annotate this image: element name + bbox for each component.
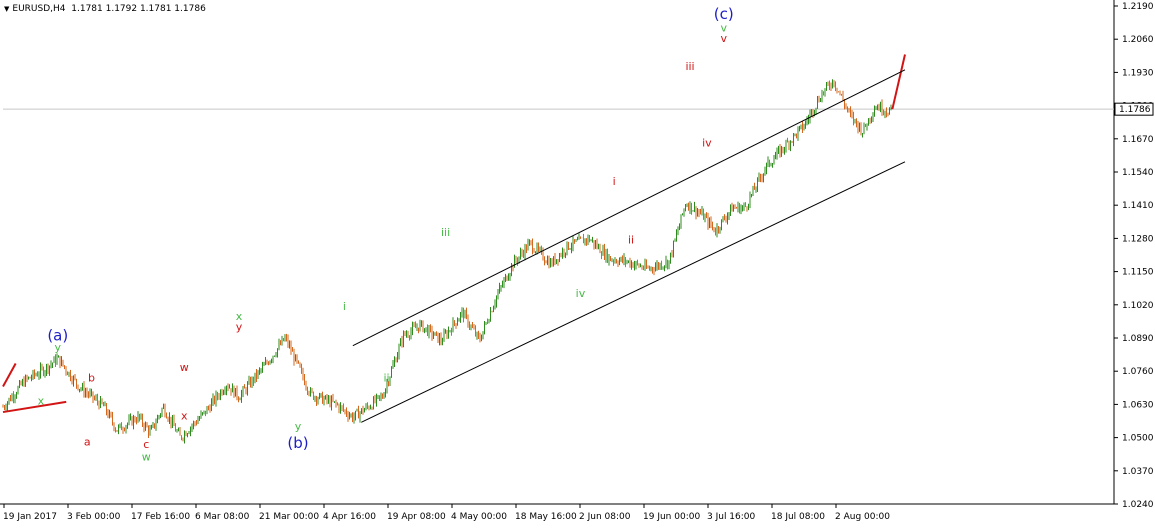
channel-line-upper[interactable] (352, 69, 906, 347)
wave-label: x (38, 394, 45, 407)
price-tick-label: 1.2190 (1122, 2, 1154, 12)
time-tick-label: 2 Aug 00:00 (835, 512, 890, 522)
wave-label: i (613, 175, 616, 188)
price-tick-label: 1.0630 (1122, 400, 1154, 410)
wave-label: w (180, 361, 189, 374)
triangle-down-icon[interactable]: ▼ (4, 5, 9, 13)
time-tick-label: 17 Feb 16:00 (131, 512, 190, 522)
chart-header: ▼ EURUSD,H4 1.1781 1.1792 1.1781 1.1786 (4, 4, 206, 14)
symbol-timeframe: EURUSD,H4 (12, 4, 66, 14)
wave-label: ii (628, 234, 634, 247)
price-tick-label: 1.0760 (1122, 367, 1154, 377)
wave-label: w (142, 451, 151, 464)
price-tick-label: 1.1150 (1122, 268, 1154, 278)
time-tick-label: 4 May 00:00 (451, 512, 507, 522)
wave-label: ii (383, 371, 389, 384)
time-tick-label: 19 Jun 00:00 (643, 512, 700, 522)
wave-label: iv (702, 136, 712, 149)
wave-label: c (143, 438, 149, 451)
triangle-line[interactable] (2, 400, 67, 414)
time-tick-label: 3 Jul 16:00 (707, 512, 756, 522)
wave-label: (c) (714, 5, 734, 23)
price-tick-label: 1.0370 (1122, 467, 1154, 477)
price-tick-label: 1.0500 (1122, 434, 1154, 444)
time-tick-label: 19 Jan 2017 (3, 512, 57, 522)
wave-label: i (343, 300, 346, 313)
time-tick-label: 21 Mar 00:00 (259, 512, 319, 522)
wave-label: x (181, 410, 188, 423)
chart-canvas[interactable]: 1.21901.20601.19301.18001.16701.15401.14… (0, 0, 1155, 527)
channel-line-lower[interactable] (361, 161, 906, 423)
price-tick-label: 1.1670 (1122, 135, 1154, 145)
wave-label: iii (441, 226, 450, 239)
wave-label: (b) (287, 434, 308, 452)
time-tick-label: 18 May 16:00 (515, 512, 577, 522)
price-tick-label: 1.1410 (1122, 201, 1154, 211)
wave-label: a (84, 435, 91, 448)
wave-label: iii (685, 60, 694, 73)
price-tick-label: 1.0890 (1122, 334, 1154, 344)
wave-label: y (236, 320, 243, 333)
price-tick-label: 1.2060 (1122, 35, 1154, 45)
wave-label: y (55, 341, 62, 354)
price-chart[interactable]: ▼ EURUSD,H4 1.1781 1.1792 1.1781 1.1786 1… (0, 0, 1155, 527)
price-tick-label: 1.1020 (1122, 301, 1154, 311)
time-tick-label: 19 Apr 08:00 (387, 512, 446, 522)
time-tick-label: 6 Mar 08:00 (195, 512, 250, 522)
current-price-label: 1.1786 (1119, 105, 1151, 115)
time-tick-label: 18 Jul 08:00 (771, 512, 825, 522)
price-tick-label: 1.1280 (1122, 234, 1154, 244)
time-tick-label: 3 Feb 00:00 (67, 512, 121, 522)
triangle-line[interactable] (2, 363, 17, 388)
wave-label: v (720, 22, 727, 35)
wave-label: iv (576, 287, 586, 300)
ohlc-values: 1.1781 1.1792 1.1781 1.1786 (71, 4, 206, 14)
wave-label: y (295, 420, 302, 433)
time-tick-label: 4 Apr 16:00 (323, 512, 376, 522)
projection-line (891, 54, 906, 110)
price-tick-label: 1.1540 (1122, 168, 1154, 178)
price-tick-label: 1.0240 (1122, 500, 1154, 510)
price-tick-label: 1.1930 (1122, 68, 1154, 78)
time-tick-label: 2 Jun 08:00 (579, 512, 631, 522)
wave-label: b (88, 371, 95, 384)
